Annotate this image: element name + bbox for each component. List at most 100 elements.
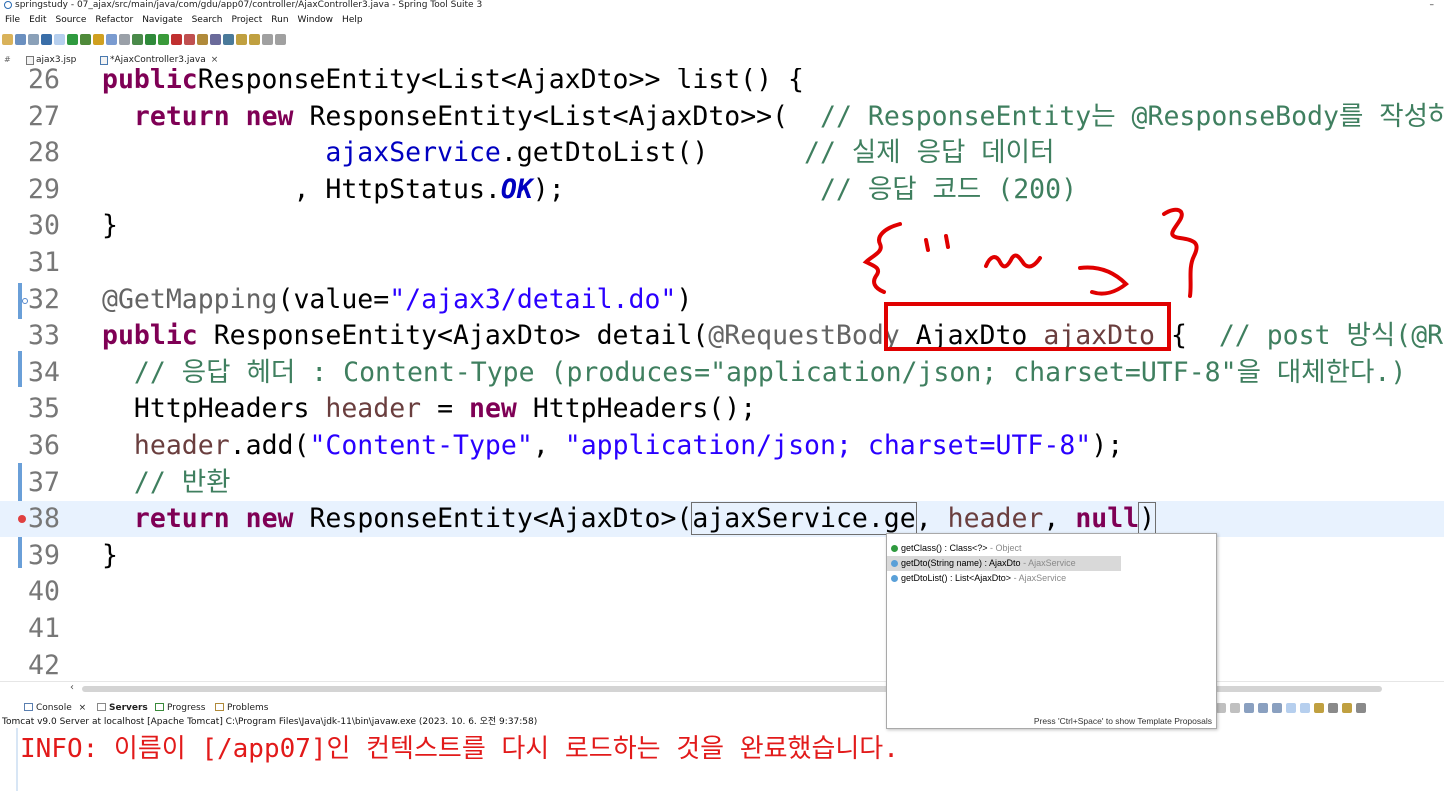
save-all-icon[interactable] (28, 33, 39, 45)
proposal-signature: getDto(String name) : AjaxDto (901, 558, 1021, 568)
package-icon[interactable] (197, 33, 208, 45)
line-number: 29 (28, 173, 60, 205)
open-console-icon[interactable] (1342, 703, 1352, 713)
line-number: 26 (28, 68, 60, 95)
pin-icon[interactable] (93, 33, 104, 45)
menu-navigate[interactable]: Navigate (142, 15, 182, 25)
save-icon[interactable] (15, 33, 26, 45)
tab-console[interactable]: Console × (24, 700, 86, 716)
menu-source[interactable]: Source (56, 15, 87, 25)
close-icon[interactable]: × (211, 55, 219, 65)
content-assist-popup[interactable]: getClass() : Class<?> - Object getDto(St… (886, 533, 1217, 729)
pin-console-icon[interactable] (1314, 703, 1324, 713)
minimize-view-icon[interactable] (1356, 703, 1366, 713)
code-line[interactable]: 30} (0, 208, 1444, 244)
code-line[interactable]: 35 HttpHeaders header = new HttpHeaders(… (0, 391, 1444, 427)
show-on-stdout-icon[interactable] (1286, 703, 1296, 713)
code-editor[interactable]: 26 publicResponseEntity<List<AjaxDto>> li… (0, 68, 1444, 681)
menu-run[interactable]: Run (271, 15, 288, 25)
menu-help[interactable]: Help (342, 15, 363, 25)
show-on-stderr-icon[interactable] (1300, 703, 1310, 713)
code-line[interactable]: 39} (0, 538, 1444, 574)
new-icon[interactable] (2, 33, 13, 45)
code-token: { (1155, 320, 1219, 352)
main-toolbar (0, 29, 800, 49)
run-last-icon[interactable] (158, 33, 169, 45)
public-method-icon (891, 545, 898, 552)
skip-breakpoints-icon[interactable] (54, 33, 65, 45)
code-line[interactable]: 27 return new ResponseEntity<List<AjaxDt… (0, 99, 1444, 135)
tab-progress[interactable]: Progress (155, 700, 205, 716)
folder-icon[interactable] (236, 33, 247, 45)
code-token: ResponseEntity<AjaxDto> detail( (197, 320, 709, 352)
menu-window[interactable]: Window (298, 15, 334, 25)
menu-file[interactable]: File (5, 15, 20, 25)
java-file-icon (100, 56, 108, 65)
error-marker-icon[interactable] (18, 515, 26, 524)
code-text: header.add("Content-Type", "application/… (102, 428, 1123, 464)
code-token: .getDtoList() (500, 137, 805, 169)
proposal-item[interactable]: getClass() : Class<?> - Object (887, 541, 1216, 556)
code-line[interactable]: 41 (0, 611, 1444, 647)
debug-icon[interactable] (132, 33, 143, 45)
tasks-icon[interactable] (119, 33, 130, 45)
edit-icon[interactable] (106, 33, 117, 45)
code-line[interactable]: 32 @GetMapping(value="/ajax3/detail.do") (0, 282, 1444, 318)
code-text: HttpHeaders header = new HttpHeaders(); (102, 391, 756, 427)
code-token: "Content-Type" (309, 430, 533, 461)
tab-servers[interactable]: Servers (97, 700, 148, 716)
spring-icon[interactable] (67, 33, 78, 45)
run-icon[interactable] (145, 33, 156, 45)
code-line[interactable]: 33 public ResponseEntity<AjaxDto> detail(… (0, 318, 1444, 354)
code-line[interactable]: 26 publicResponseEntity<List<AjaxDto>> li… (0, 68, 1444, 98)
menu-refactor[interactable]: Refactor (95, 15, 133, 25)
terminate-icon[interactable] (1216, 703, 1226, 713)
search-icon[interactable] (223, 33, 234, 45)
display-console-icon[interactable] (1328, 703, 1338, 713)
code-line[interactable]: 42 (0, 648, 1444, 681)
open-type-icon[interactable] (249, 33, 260, 45)
minimize-button[interactable]: – (1430, 0, 1435, 10)
scroll-left-icon[interactable]: ‹ (70, 682, 74, 693)
code-line[interactable]: 37 // 반환 (0, 465, 1444, 501)
menu-search[interactable]: Search (192, 15, 223, 25)
server-icon[interactable] (184, 33, 195, 45)
editor-horizontal-scrollbar[interactable]: ‹ (0, 681, 1444, 695)
code-line[interactable]: 29 , HttpStatus.OK); // 응답 코드 (200) (0, 172, 1444, 208)
tab-problems[interactable]: Problems (215, 700, 268, 716)
navigate-forward-icon[interactable] (275, 33, 286, 45)
navigate-back-icon[interactable] (262, 33, 273, 45)
remove-launch-icon[interactable] (1230, 703, 1240, 713)
proposal-item[interactable]: getDtoList() : List<AjaxDto> - AjaxServi… (887, 571, 1216, 586)
console-icon[interactable] (41, 33, 52, 45)
word-wrap-icon[interactable] (1272, 703, 1282, 713)
code-line[interactable]: 38 return new ResponseEntity<AjaxDto>(aj… (0, 501, 1444, 538)
code-token: ) (1138, 502, 1157, 536)
tab-ajax3-jsp[interactable]: ajax3.jsp (24, 52, 80, 68)
line-number: 28 (28, 137, 60, 169)
line-number: 27 (28, 100, 60, 132)
tab-label: Console (36, 703, 72, 713)
code-token: = (421, 393, 469, 425)
console-toolbar (1216, 701, 1444, 715)
scroll-lock-icon[interactable] (1258, 703, 1268, 713)
proposal-item[interactable]: getDto(String name) : AjaxDto - AjaxServ… (887, 556, 1121, 571)
clear-console-icon[interactable] (1244, 703, 1254, 713)
close-icon[interactable]: × (79, 703, 87, 713)
code-token: OK (500, 173, 533, 205)
code-line[interactable]: 28 ajaxService.getDtoList() // 실제 응답 데이터 (0, 135, 1444, 171)
menu-edit[interactable]: Edit (29, 15, 46, 25)
menu-project[interactable]: Project (231, 15, 262, 25)
code-line[interactable]: 31 (0, 245, 1444, 281)
refresh-icon[interactable] (80, 33, 91, 45)
stop-icon[interactable] (171, 33, 182, 45)
console-output[interactable]: INFO: 이름이 [/app07]인 컨텍스트를 다시 로드하는 것을 완료했… (20, 731, 1444, 791)
code-line[interactable]: 34 // 응답 헤더 : Content-Type (produces="ap… (0, 355, 1444, 391)
code-line[interactable]: 36 header.add("Content-Type", "applicati… (0, 428, 1444, 464)
tab-ajaxcontroller3-java[interactable]: *AjaxController3.java × (98, 52, 222, 68)
code-token: "/ajax3/detail.do" (389, 283, 677, 315)
class-icon[interactable] (210, 33, 221, 45)
window-title: springstudy - 07_ajax/src/main/java/com/… (15, 0, 483, 10)
code-line[interactable]: 40 (0, 574, 1444, 610)
